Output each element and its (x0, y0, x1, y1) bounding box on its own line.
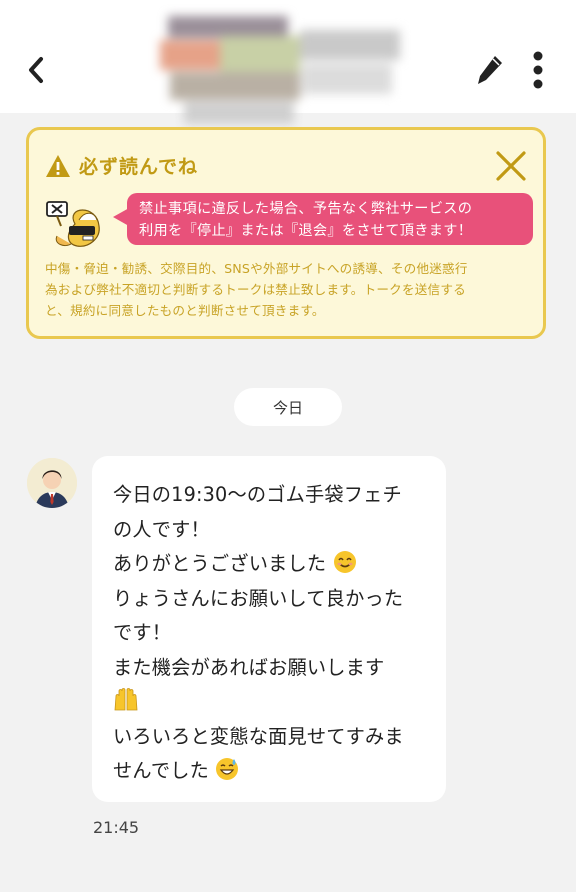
chevron-left-icon (29, 57, 43, 83)
message-line: いろいろと変態な面見せてすみま (113, 724, 404, 748)
raised-hands-icon (114, 688, 138, 711)
avatar[interactable] (27, 458, 77, 508)
message-line: せんでした (113, 754, 433, 789)
warning-text-line: 禁止事項に違反した場合、予告なく弊社サービスの (139, 201, 473, 217)
notice-body-line: 中傷・脅迫・勧誘、交際目的、SNSや外部サイトへの誘導、その他迷惑行 (45, 261, 468, 276)
pencil-icon (478, 56, 502, 84)
warning-text-line: 利用を『停止』または『退会』をさせて頂きます！ (139, 223, 473, 239)
user-avatar-icon (27, 458, 77, 508)
close-icon (496, 151, 526, 181)
notice-body-line: 為および弊社不適切と判断するトークは禁止致します。トークを送信する (45, 282, 466, 297)
vertical-dots-icon (533, 51, 543, 89)
message-line: です！ (113, 621, 172, 644)
mascot-icon (45, 196, 103, 250)
message-line: りょうさんにお願いして良かった (113, 586, 404, 610)
message-line: の人です！ (113, 517, 210, 541)
notice-header: 必ず読んでね (45, 152, 198, 179)
smiling-face-icon (333, 551, 356, 573)
notice-body-text: 中傷・脅迫・勧誘、交際目的、SNSや外部サイトへの誘導、その他迷惑行 為および弊… (45, 258, 535, 321)
notice-body-line: と、規約に同意したものと判断させて頂きます。 (45, 303, 325, 318)
message-timestamp: 21:45 (93, 818, 140, 837)
message-line (113, 685, 433, 720)
message-line: ありがとうございました (113, 547, 433, 582)
date-separator: 今日 (234, 388, 342, 426)
message-line: また機会があればお願いします (113, 655, 385, 679)
message-text: 今日の19:30〜のゴム手袋フェチ の人です！ ありがとうございました りょうさ… (113, 478, 433, 789)
warning-notice: 必ず読んでね 禁止事項に違反した場合、予告なく弊社サービスの 利用を『停止』また… (26, 127, 546, 339)
message-bubble[interactable]: 今日の19:30〜のゴム手袋フェチ の人です！ ありがとうございました りょうさ… (92, 456, 446, 802)
warning-speech-bubble: 禁止事項に違反した場合、予告なく弊社サービスの 利用を『停止』または『退会』をさ… (127, 193, 533, 245)
edit-button[interactable] (470, 48, 510, 92)
sweat-smile-icon (216, 758, 239, 780)
top-bar (0, 0, 576, 124)
more-menu-button[interactable] (520, 48, 556, 92)
blurred-user-name (160, 10, 415, 130)
message-line: 今日の19:30〜のゴム手袋フェチ (113, 483, 402, 506)
notice-title: 必ず読んでね (79, 156, 199, 178)
close-notice-button[interactable] (493, 148, 529, 184)
warning-icon (46, 154, 70, 177)
back-button[interactable] (16, 48, 56, 92)
